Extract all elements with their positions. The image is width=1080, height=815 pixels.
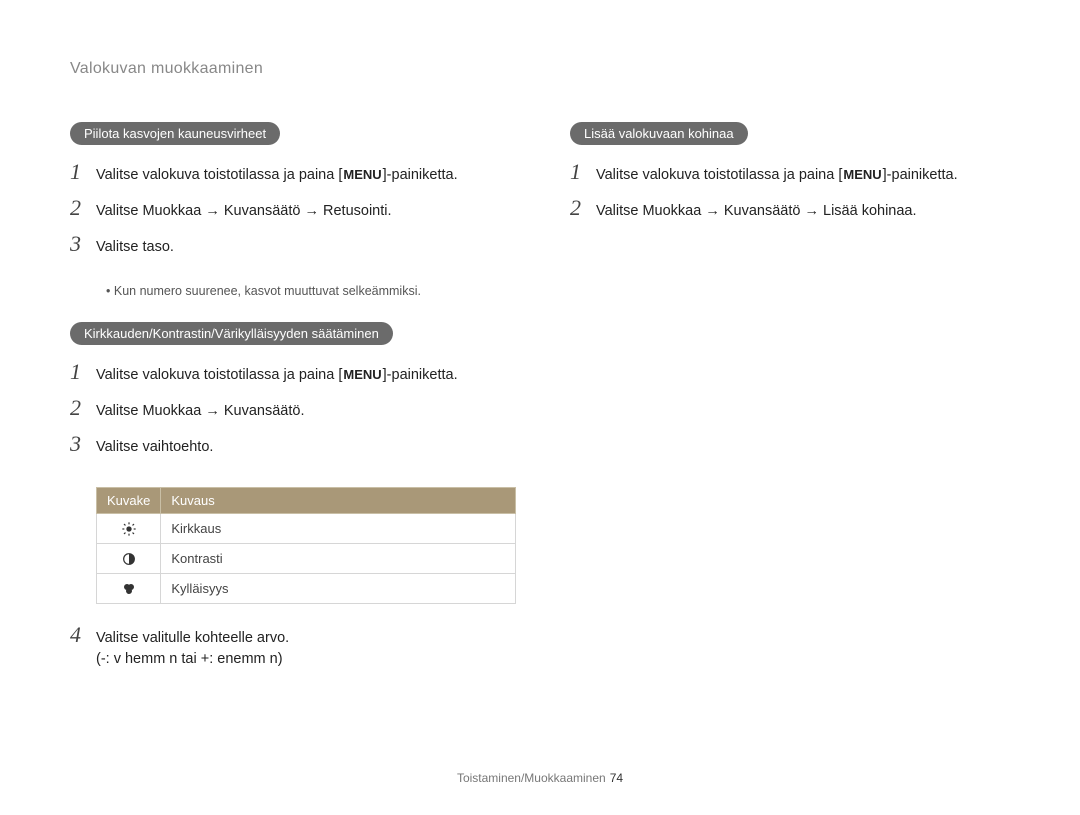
step-item: 2 Valitse Muokkaa → Kuvansäätö. (70, 395, 510, 423)
step-item: 1 Valitse valokuva toistotilassa ja pain… (70, 159, 510, 187)
table-row: Kirkkaus (97, 513, 516, 543)
step-text: Valitse valokuva toistotilassa ja paina … (96, 365, 458, 387)
step-pre: Valitse valokuva toistotilassa ja paina … (596, 167, 842, 183)
table-cell-desc: Kontrasti (161, 543, 516, 573)
step-subnote: (-: v hemm n tai +: enemm n) (96, 651, 283, 667)
page-number: 74 (610, 771, 623, 785)
table-row: Kylläisyys (97, 573, 516, 603)
step-main: Valitse valitulle kohteelle arvo. (96, 630, 289, 646)
options-table: Kuvake Kuvaus Kirkkaus Kontrasti (96, 487, 516, 604)
table-header-desc: Kuvaus (161, 487, 516, 513)
step-post: ]-painiketta. (383, 367, 458, 383)
step-number: 2 (70, 195, 96, 221)
pill-hide-blemishes: Piilota kasvojen kauneusvirheet (70, 122, 280, 145)
step-number: 1 (70, 359, 96, 385)
step-item: 1 Valitse valokuva toistotilassa ja pain… (70, 359, 510, 387)
step-text: Valitse valokuva toistotilassa ja paina … (96, 165, 458, 187)
footer: Toistaminen/Muokkaaminen 74 (0, 771, 1080, 785)
step-text: Valitse Muokkaa → Kuvansäätö. (96, 401, 304, 423)
step-number: 2 (70, 395, 96, 421)
content-columns: Piilota kasvojen kauneusvirheet 1 Valits… (70, 118, 1010, 699)
menu-chip: MENU (843, 165, 881, 185)
step-pre: Valitse valokuva toistotilassa ja paina … (96, 167, 342, 183)
footer-text: Toistaminen/Muokkaaminen (457, 771, 606, 785)
step-number: 4 (70, 622, 96, 648)
step-text: Valitse taso. (96, 237, 174, 259)
steps-add-noise: 1 Valitse valokuva toistotilassa ja pain… (570, 159, 1010, 223)
step-item: 4 Valitse valitulle kohteelle arvo. (-: … (70, 622, 510, 672)
step-number: 3 (70, 431, 96, 457)
note-blemishes: Kun numero suurenee, kasvot muuttuvat se… (106, 284, 510, 298)
brightness-icon (97, 513, 161, 543)
menu-chip: MENU (343, 365, 381, 385)
step-text: Valitse valitulle kohteelle arvo. (-: v … (96, 628, 289, 672)
contrast-icon (97, 543, 161, 573)
step-item: 3 Valitse vaihtoehto. (70, 431, 510, 459)
step-item: 2 Valitse Muokkaa → Kuvansäätö → Retusoi… (70, 195, 510, 223)
step-post: ]-painiketta. (383, 167, 458, 183)
step-item: 1 Valitse valokuva toistotilassa ja pain… (570, 159, 1010, 187)
left-column: Piilota kasvojen kauneusvirheet 1 Valits… (70, 118, 510, 699)
step-item: 3 Valitse taso. (70, 231, 510, 259)
saturation-icon (97, 573, 161, 603)
step-item: 2 Valitse Muokkaa → Kuvansäätö → Lisää k… (570, 195, 1010, 223)
step-number: 1 (70, 159, 96, 185)
step-text: Valitse vaihtoehto. (96, 437, 213, 459)
step-text: Valitse valokuva toistotilassa ja paina … (596, 165, 958, 187)
steps-hide-blemishes: 1 Valitse valokuva toistotilassa ja pain… (70, 159, 510, 258)
table-cell-desc: Kirkkaus (161, 513, 516, 543)
table-row: Kontrasti (97, 543, 516, 573)
page-title: Valokuvan muokkaaminen (70, 60, 1010, 78)
steps-adjust-bcs-a: 1 Valitse valokuva toistotilassa ja pain… (70, 359, 510, 458)
pill-add-noise: Lisää valokuvaan kohinaa (570, 122, 748, 145)
step-text: Valitse Muokkaa → Kuvansäätö → Retusoint… (96, 201, 392, 223)
step-pre: Valitse valokuva toistotilassa ja paina … (96, 367, 342, 383)
step-number: 2 (570, 195, 596, 221)
step-post: ]-painiketta. (883, 167, 958, 183)
steps-adjust-bcs-b: 4 Valitse valitulle kohteelle arvo. (-: … (70, 622, 510, 672)
table-cell-desc: Kylläisyys (161, 573, 516, 603)
step-number: 3 (70, 231, 96, 257)
right-column: Lisää valokuvaan kohinaa 1 Valitse valok… (570, 118, 1010, 699)
step-number: 1 (570, 159, 596, 185)
pill-adjust-bcs: Kirkkauden/Kontrastin/Värikylläisyyden s… (70, 322, 393, 345)
step-text: Valitse Muokkaa → Kuvansäätö → Lisää koh… (596, 201, 917, 223)
menu-chip: MENU (343, 165, 381, 185)
table-header-icon: Kuvake (97, 487, 161, 513)
